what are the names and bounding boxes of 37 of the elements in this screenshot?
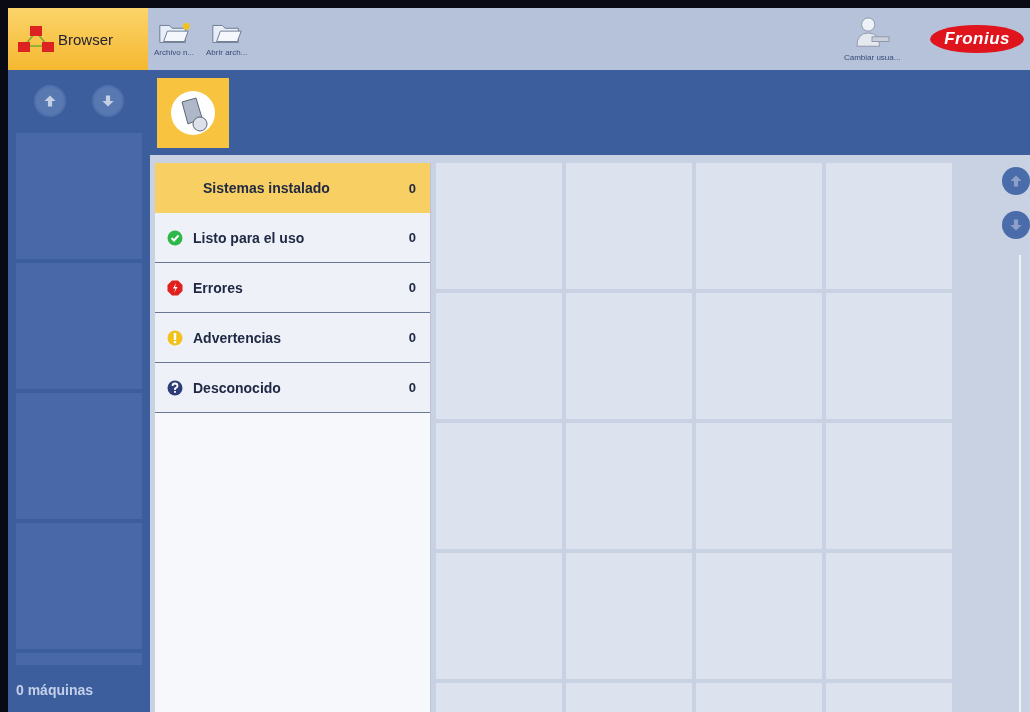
machine-icon [168,88,218,138]
category-count: 0 [408,230,416,245]
category-item[interactable]: Desconocido 0 [155,363,430,413]
down-arrow-icon [101,94,115,109]
category-item[interactable]: Advertencias 0 [155,313,430,363]
error-icon [167,279,183,296]
warning-icon [167,329,183,346]
category-label: Advertencias [193,329,282,346]
category-count: 0 [408,180,416,196]
help-icon [167,379,183,396]
category-count: 0 [408,280,416,295]
toolbar-button[interactable]: Archivo n... [148,8,200,70]
category-label: Sistemas instalado [203,180,331,196]
down-arrow-icon [1009,218,1023,232]
up-arrow-icon [43,94,57,109]
installed-systems-button[interactable] [157,78,229,148]
category-item[interactable]: Errores 0 [155,263,430,313]
up-arrow-icon [1009,174,1023,188]
logo: Fronius [930,25,1024,53]
scroll-up-button[interactable] [36,87,64,116]
check-icon [167,229,183,246]
scroll-down-button[interactable] [1002,211,1030,239]
category-count: 0 [408,330,416,345]
category-item[interactable]: Sistemas instalado 0 [155,163,430,213]
user-button[interactable]: Cambiar usua... [824,8,921,70]
browser-tab[interactable]: Browser [8,8,148,70]
machine-count: 0 máquinas [15,681,94,701]
scroll-up-button[interactable] [1002,167,1030,195]
category-item[interactable]: Listo para el uso 0 [155,213,430,263]
network-icon [16,24,56,54]
category-label: Errores [193,279,244,296]
category-count: 0 [408,380,416,395]
new-folder-icon [157,21,191,45]
category-label: Desconocido [193,379,282,396]
toolbar-button[interactable]: Abrir arch... [200,8,254,70]
category-label: Listo para el uso [193,229,306,246]
scroll-down-button[interactable] [94,87,122,116]
